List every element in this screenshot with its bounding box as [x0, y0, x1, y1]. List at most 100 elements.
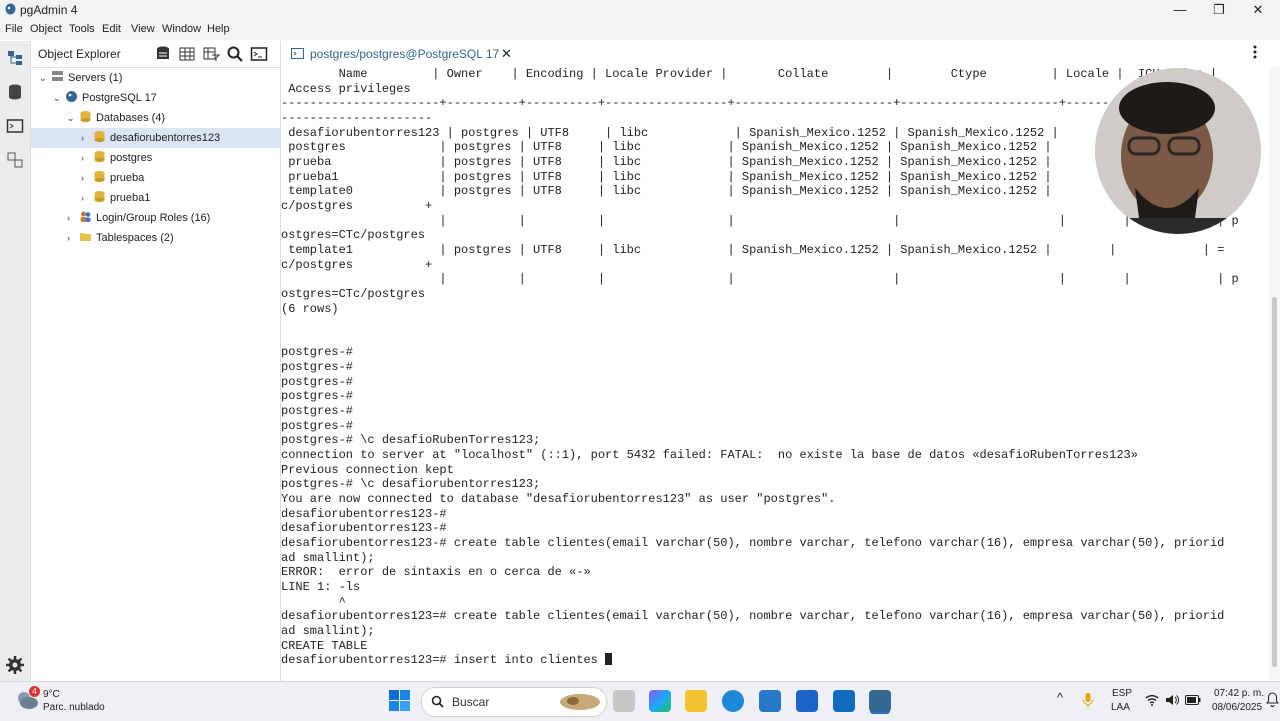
- query-tool-icon[interactable]: [154, 45, 172, 63]
- terminal-line: postgres-#: [281, 404, 354, 419]
- microsoft-store-icon[interactable]: [759, 690, 781, 712]
- settings-gear-icon[interactable]: [6, 656, 24, 674]
- weather-description[interactable]: Parc. nublado: [43, 702, 105, 713]
- terminal-input[interactable]: insert into clientes: [454, 653, 605, 667]
- terminal-line: postgres-#: [281, 418, 354, 433]
- wifi-icon[interactable]: [1145, 693, 1159, 707]
- terminal-line: desafiorubentorres123 | postgres | UTF8 …: [288, 125, 1217, 140]
- chevron-down-icon[interactable]: ⌄: [53, 88, 63, 108]
- search-icon: [431, 695, 444, 708]
- tree-label: prueba1: [110, 192, 151, 204]
- tree-item-db-desafiorubentorres123[interactable]: › desafiorubentorres123: [31, 128, 280, 148]
- keyboard-layout[interactable]: LAA: [1111, 702, 1130, 713]
- chevron-right-icon[interactable]: ›: [81, 168, 91, 188]
- menu-bar: File Object Tools Edit View Window Help: [0, 20, 1280, 40]
- database-icon[interactable]: [6, 83, 24, 101]
- pgadmin-logo-icon: [5, 3, 16, 15]
- task-view-icon[interactable]: [613, 690, 635, 712]
- terminal-line: ad smallint);: [281, 550, 375, 565]
- view-data-icon[interactable]: [178, 45, 196, 63]
- tree-item-db-prueba[interactable]: › prueba: [81, 168, 144, 188]
- databases-icon: [80, 111, 91, 122]
- servers-icon: [52, 71, 63, 81]
- terminal-line: postgres-#: [281, 374, 354, 389]
- chevron-down-icon[interactable]: ⌄: [67, 108, 77, 128]
- chevron-right-icon[interactable]: ›: [81, 148, 91, 168]
- dell-icon[interactable]: [796, 690, 818, 712]
- more-options-icon[interactable]: [1252, 45, 1258, 59]
- chevron-right-icon[interactable]: ›: [67, 208, 77, 228]
- tree-label: Servers (1): [68, 72, 123, 84]
- database-icon: [94, 131, 105, 142]
- webcam-overlay: [1095, 68, 1261, 234]
- chevron-right-icon[interactable]: ›: [67, 228, 77, 248]
- menu-tools[interactable]: Tools: [69, 23, 95, 35]
- menu-help[interactable]: Help: [207, 23, 230, 35]
- schema-diff-icon[interactable]: [6, 151, 24, 169]
- terminal-line: | | | | | | | | p: [439, 213, 1239, 228]
- microphone-icon[interactable]: [1082, 692, 1094, 708]
- chevron-down-icon[interactable]: ⌄: [39, 68, 49, 88]
- tree-label: Tablespaces (2): [96, 232, 174, 244]
- psql-tool-icon[interactable]: [250, 45, 268, 63]
- tab-label: postgres/postgres@PostgreSQL 17: [310, 47, 500, 61]
- tab-psql[interactable]: postgres/postgres@PostgreSQL 17 ✕: [281, 41, 521, 69]
- tree-item-login-roles[interactable]: › Login/Group Roles (16): [67, 208, 210, 228]
- menu-object[interactable]: Object: [30, 23, 62, 35]
- file-explorer-icon[interactable]: [685, 690, 707, 712]
- tree-item-tablespaces[interactable]: › Tablespaces (2): [67, 228, 174, 248]
- terminal-line: (6 rows): [281, 301, 339, 316]
- search-placeholder: Buscar: [452, 695, 490, 709]
- tree-item-databases[interactable]: ⌄ Databases (4): [67, 108, 165, 128]
- copilot-icon[interactable]: [649, 690, 671, 712]
- tree-item-server[interactable]: ⌄ PostgreSQL 17: [53, 88, 157, 108]
- clock-date[interactable]: 08/06/2025: [1212, 702, 1262, 713]
- tree-label: Databases (4): [96, 112, 166, 124]
- terminal-line: prueba1 | postgres | UTF8 | libc | Spani…: [288, 169, 1210, 184]
- window-title: pgAdmin 4: [20, 3, 78, 17]
- database-icon: [94, 151, 105, 162]
- close-window-button[interactable]: ✕: [1244, 1, 1272, 19]
- filter-rows-icon[interactable]: [202, 45, 220, 63]
- maximize-button[interactable]: ❐: [1205, 1, 1233, 19]
- object-explorer-icon[interactable]: [6, 49, 24, 67]
- terminal-scrollbar[interactable]: [1269, 67, 1280, 680]
- terminal-line: Name | Owner | Encoding | Locale Provide…: [338, 67, 1218, 81]
- search-objects-icon[interactable]: [226, 45, 244, 63]
- terminal-line: desafiorubentorres123-#: [281, 506, 447, 521]
- tray-overflow-icon[interactable]: ^: [1057, 690, 1063, 705]
- outlook-icon[interactable]: [833, 690, 855, 712]
- terminal-line: c/postgres +: [281, 198, 433, 213]
- tab-close-icon[interactable]: ✕: [501, 41, 512, 67]
- terminal-line: connection to server at "localhost" (::1…: [281, 448, 1138, 463]
- terminal-line: ostgres=CTc/postgres: [281, 286, 426, 301]
- windows-start-icon[interactable]: [389, 690, 410, 711]
- menu-window[interactable]: Window: [162, 23, 201, 35]
- scrollbar-thumb[interactable]: [1272, 297, 1277, 667]
- tree-label: prueba: [110, 172, 145, 184]
- menu-edit[interactable]: Edit: [102, 23, 121, 35]
- menu-file[interactable]: File: [5, 23, 23, 35]
- tree-item-db-prueba1[interactable]: › prueba1: [81, 188, 150, 208]
- terminal-line: postgres-#: [281, 345, 354, 360]
- pgadmin-taskbar-icon[interactable]: [869, 690, 891, 712]
- menu-view[interactable]: View: [131, 23, 155, 35]
- language-code[interactable]: ESP: [1112, 688, 1132, 699]
- volume-icon[interactable]: [1165, 693, 1179, 707]
- tree-item-servers[interactable]: ⌄ Servers (1): [39, 68, 122, 88]
- terminal-line: template0 | postgres | UTF8 | libc | Spa…: [288, 184, 1224, 199]
- edge-browser-icon[interactable]: [722, 690, 744, 712]
- terminal-line: ^: [338, 594, 346, 609]
- minimize-button[interactable]: —: [1166, 1, 1194, 19]
- chevron-right-icon[interactable]: ›: [81, 128, 91, 148]
- taskbar-search[interactable]: Buscar: [421, 687, 607, 717]
- tree-item-db-postgres[interactable]: › postgres: [81, 148, 152, 168]
- battery-icon[interactable]: [1185, 694, 1201, 706]
- chevron-right-icon[interactable]: ›: [81, 188, 91, 208]
- postgres-elephant-icon: [66, 91, 77, 102]
- notification-bell-icon[interactable]: [1266, 692, 1279, 707]
- terminal-icon[interactable]: [6, 117, 24, 135]
- weather-temperature[interactable]: 9°C: [43, 689, 60, 700]
- clock-time[interactable]: 07:42 p. m.: [1214, 688, 1264, 699]
- terminal-input-line[interactable]: desafiorubentorres123=# insert into clie…: [281, 653, 1269, 668]
